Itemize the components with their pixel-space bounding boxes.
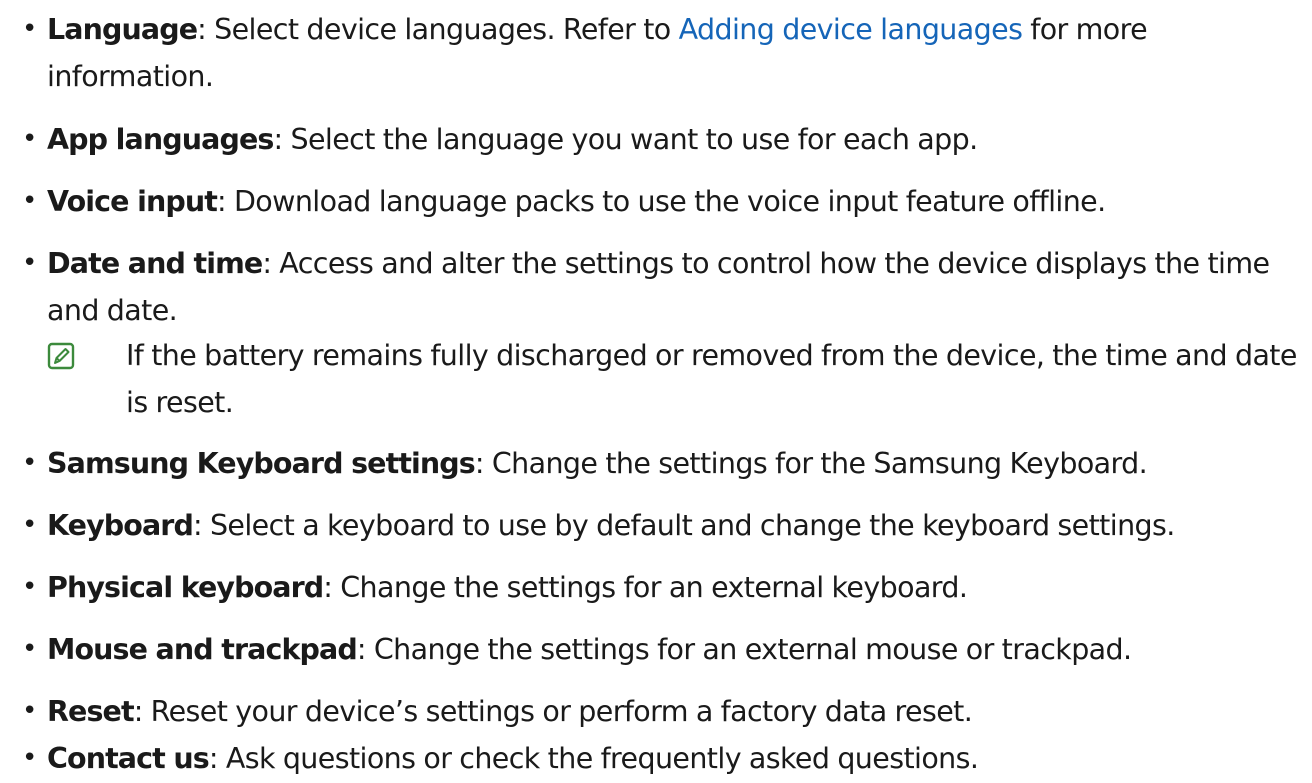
bullet: • [22, 743, 38, 773]
adding-device-languages-link[interactable]: Adding device languages [679, 13, 1023, 46]
item-term: Keyboard [47, 509, 194, 542]
item-term: Physical keyboard [47, 571, 324, 604]
item-term: Voice input [47, 185, 218, 218]
item-separator: : [133, 695, 151, 728]
list-item-text: Reset: Reset your device’s settings or p… [47, 688, 1302, 735]
item-separator: : [262, 247, 280, 280]
item-description: Select the language you want to use for … [290, 123, 978, 156]
item-description: Change the settings for the Samsung Keyb… [491, 447, 1148, 480]
item-term: Reset [47, 695, 135, 728]
item-description: Ask questions or check the frequently as… [225, 742, 979, 775]
item-description: Download language packs to use the voice… [233, 185, 1106, 218]
item-separator: : [273, 123, 291, 156]
item-term: Language [47, 13, 198, 46]
bullet: • [22, 448, 38, 478]
bullet: • [22, 124, 38, 154]
bullet: • [22, 510, 38, 540]
item-description: Reset your device’s settings or perform … [150, 695, 973, 728]
item-separator: : [474, 447, 492, 480]
list-item-text: Samsung Keyboard settings: Change the se… [47, 440, 1302, 487]
note-text: If the battery remains fully discharged … [126, 339, 1297, 419]
item-description: Change the settings for an external mous… [373, 633, 1132, 666]
item-separator: : [216, 185, 234, 218]
list-item-text: Mouse and trackpad: Change the settings … [47, 626, 1302, 673]
bullet: • [22, 572, 38, 602]
item-term: Mouse and trackpad [47, 633, 358, 666]
bullet: • [22, 696, 38, 726]
list-item-text: App languages: Select the language you w… [47, 116, 1302, 163]
item-separator: : [197, 13, 215, 46]
bullet: • [22, 14, 38, 44]
list-item-text: Physical keyboard: Change the settings f… [47, 564, 1302, 611]
item-separator: : [208, 742, 226, 775]
list-item-text: Language: Select device languages. Refer… [47, 6, 1302, 100]
item-term: App languages [47, 123, 274, 156]
note-icon [47, 342, 75, 370]
item-separator: : [192, 509, 210, 542]
item-description: Change the settings for an external keyb… [340, 571, 968, 604]
item-separator: : [323, 571, 341, 604]
item-term: Date and time [47, 247, 263, 280]
item-term: Contact us [47, 742, 210, 775]
bullet: • [22, 186, 38, 216]
list-item-text: Contact us: Ask questions or check the f… [47, 735, 1302, 782]
item-description: Select device languages. Refer to [214, 13, 679, 46]
list-item-text: Date and time: Access and alter the sett… [47, 240, 1302, 334]
list-item-text: Keyboard: Select a keyboard to use by de… [47, 502, 1302, 549]
bullet: • [22, 248, 38, 278]
item-term: Samsung Keyboard settings [47, 447, 476, 480]
bullet: • [22, 634, 38, 664]
item-separator: : [356, 633, 374, 666]
list-item-text: Voice input: Download language packs to … [47, 178, 1302, 225]
item-description: Select a keyboard to use by default and … [209, 509, 1175, 542]
